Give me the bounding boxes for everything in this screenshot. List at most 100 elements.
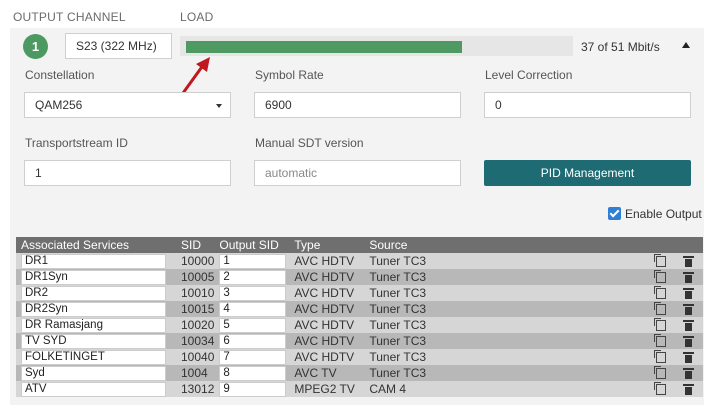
trash-icon[interactable] — [683, 271, 694, 283]
delete-cell — [680, 285, 703, 301]
output-sid-input[interactable]: 7 — [219, 349, 287, 365]
level-correction-input[interactable]: 0 — [484, 92, 691, 118]
copy-cell — [651, 365, 680, 381]
copy-icon[interactable] — [654, 302, 666, 316]
header-associated-services: Associated Services — [16, 237, 176, 253]
delete-cell — [680, 333, 703, 349]
copy-icon[interactable] — [654, 366, 666, 380]
type-cell: AVC HDTV — [289, 253, 365, 269]
symbol-rate-input[interactable]: 6900 — [254, 92, 461, 118]
sid-cell: 13012 — [176, 381, 215, 397]
column-header-channel: CHANNEL — [67, 10, 126, 24]
trash-icon[interactable] — [683, 319, 694, 331]
output-number-badge: 1 — [23, 34, 48, 59]
copy-icon[interactable] — [654, 254, 666, 268]
trash-icon[interactable] — [683, 351, 694, 363]
table-row: FOLKETINGET 10040 7 AVC HDTV Tuner TC3 — [16, 349, 703, 365]
type-cell: MPEG2 TV — [289, 381, 365, 397]
service-name-input[interactable]: DR1 — [21, 253, 166, 269]
delete-cell — [680, 381, 703, 397]
service-name-cell: TV SYD — [16, 333, 176, 349]
output-sid-input[interactable]: 9 — [219, 381, 287, 397]
service-name-input[interactable]: ATV — [21, 381, 166, 397]
constellation-value: QAM256 — [35, 98, 83, 112]
trash-icon[interactable] — [683, 383, 694, 395]
service-name-cell: DR Ramasjang — [16, 317, 176, 333]
service-name-input[interactable]: DR1Syn — [21, 269, 166, 285]
copy-cell — [651, 301, 680, 317]
sid-cell: 10005 — [176, 269, 215, 285]
transportstream-id-input[interactable]: 1 — [24, 160, 231, 186]
source-cell: Tuner TC3 — [364, 365, 651, 381]
output-sid-input[interactable]: 8 — [219, 365, 287, 381]
pid-management-button[interactable]: PID Management — [484, 160, 691, 186]
copy-cell — [651, 253, 680, 269]
manual-sdt-label: Manual SDT version — [255, 136, 364, 150]
manual-sdt-input[interactable]: automatic — [254, 160, 461, 186]
source-cell: Tuner TC3 — [364, 333, 651, 349]
type-cell: AVC HDTV — [289, 301, 365, 317]
source-cell: Tuner TC3 — [364, 253, 651, 269]
output-sid-input[interactable]: 3 — [219, 285, 287, 301]
load-bar — [180, 36, 573, 56]
trash-icon[interactable] — [683, 367, 694, 379]
table-row: Syd 1004 8 AVC TV Tuner TC3 — [16, 365, 703, 381]
copy-icon[interactable] — [654, 350, 666, 364]
source-cell: Tuner TC3 — [364, 301, 651, 317]
service-name-cell: DR1Syn — [16, 269, 176, 285]
output-sid-cell: 8 — [214, 365, 290, 381]
copy-icon[interactable] — [654, 286, 666, 300]
constellation-select[interactable]: QAM256 — [24, 92, 231, 118]
output-sid-input[interactable]: 1 — [219, 253, 287, 269]
trash-icon[interactable] — [683, 287, 694, 299]
header-sid: SID — [176, 237, 215, 253]
source-cell: Tuner TC3 — [364, 317, 651, 333]
copy-cell — [651, 317, 680, 333]
copy-cell — [651, 333, 680, 349]
copy-icon[interactable] — [654, 318, 666, 332]
service-name-input[interactable]: DR2Syn — [21, 301, 166, 317]
delete-cell — [680, 301, 703, 317]
collapse-icon[interactable] — [682, 42, 690, 48]
source-cell: Tuner TC3 — [364, 269, 651, 285]
service-name-input[interactable]: DR2 — [21, 285, 166, 301]
trash-icon[interactable] — [683, 255, 694, 267]
copy-icon[interactable] — [654, 382, 666, 396]
services-table: Associated Services SID Output SID Type … — [16, 237, 703, 397]
enable-output-checkbox[interactable] — [608, 207, 621, 220]
symbol-rate-label: Symbol Rate — [255, 68, 324, 82]
chevron-down-icon — [216, 104, 222, 108]
load-bar-fill — [186, 41, 462, 53]
channel-field[interactable]: S23 (322 MHz) — [65, 33, 172, 59]
sid-cell: 10010 — [176, 285, 215, 301]
trash-icon[interactable] — [683, 303, 694, 315]
service-name-input[interactable]: DR Ramasjang — [21, 317, 166, 333]
header-copy — [651, 237, 680, 253]
header-source: Source — [364, 237, 651, 253]
output-sid-cell: 4 — [214, 301, 290, 317]
transportstream-id-label: Transportstream ID — [25, 136, 128, 150]
sid-cell: 10000 — [176, 253, 215, 269]
service-name-input[interactable]: TV SYD — [21, 333, 166, 349]
copy-icon[interactable] — [654, 270, 666, 284]
table-row: DR Ramasjang 10020 5 AVC HDTV Tuner TC3 — [16, 317, 703, 333]
output-sid-input[interactable]: 2 — [219, 269, 287, 285]
trash-icon[interactable] — [683, 335, 694, 347]
output-sid-input[interactable]: 6 — [219, 333, 287, 349]
output-sid-input[interactable]: 4 — [219, 301, 287, 317]
delete-cell — [680, 317, 703, 333]
output-sid-cell: 6 — [214, 333, 290, 349]
delete-cell — [680, 349, 703, 365]
service-name-cell: DR2Syn — [16, 301, 176, 317]
service-name-input[interactable]: Syd — [21, 365, 166, 381]
output-sid-input[interactable]: 5 — [219, 317, 287, 333]
table-row: DR1Syn 10005 2 AVC HDTV Tuner TC3 — [16, 269, 703, 285]
service-name-input[interactable]: FOLKETINGET — [21, 349, 166, 365]
service-name-cell: FOLKETINGET — [16, 349, 176, 365]
copy-icon[interactable] — [654, 334, 666, 348]
services-table-header: Associated Services SID Output SID Type … — [16, 237, 703, 253]
column-header-output: OUTPUT — [13, 10, 64, 24]
output-sid-cell: 9 — [214, 381, 290, 397]
level-correction-label: Level Correction — [485, 68, 573, 82]
delete-cell — [680, 365, 703, 381]
